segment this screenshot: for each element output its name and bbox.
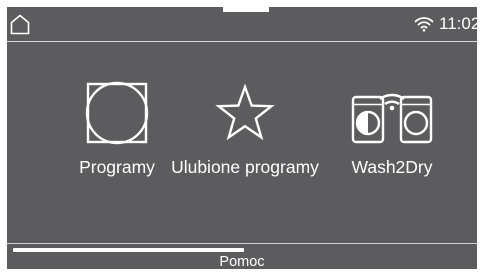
washer-dryer-pair-icon (325, 81, 459, 145)
square-circle-icon (57, 81, 177, 145)
wash2dry-label: Wash2Dry (351, 157, 433, 177)
clock-time: 11:02 (439, 14, 477, 33)
programs-button[interactable]: Programy (57, 81, 177, 177)
help-button[interactable]: Pomoc (7, 253, 477, 269)
header-divider (7, 41, 477, 42)
home-icon[interactable] (9, 13, 31, 35)
favorite-programs-button[interactable]: Ulubione programy (165, 81, 325, 177)
star-icon (165, 81, 325, 145)
device-frame: 11:02 Programy Ulubione programy Wash2Dr… (0, 0, 481, 276)
help-label: Pomoc (219, 254, 265, 269)
status-bar: 11:02 (7, 7, 477, 40)
page-scroll-indicator (13, 248, 244, 252)
wash2dry-button[interactable]: Wash2Dry (325, 81, 459, 177)
wifi-icon (414, 16, 434, 32)
programs-label: Programy (79, 157, 155, 177)
favorite-programs-label: Ulubione programy (171, 157, 319, 177)
footer-divider (7, 243, 477, 244)
display-screen: 11:02 Programy Ulubione programy Wash2Dr… (7, 7, 477, 269)
